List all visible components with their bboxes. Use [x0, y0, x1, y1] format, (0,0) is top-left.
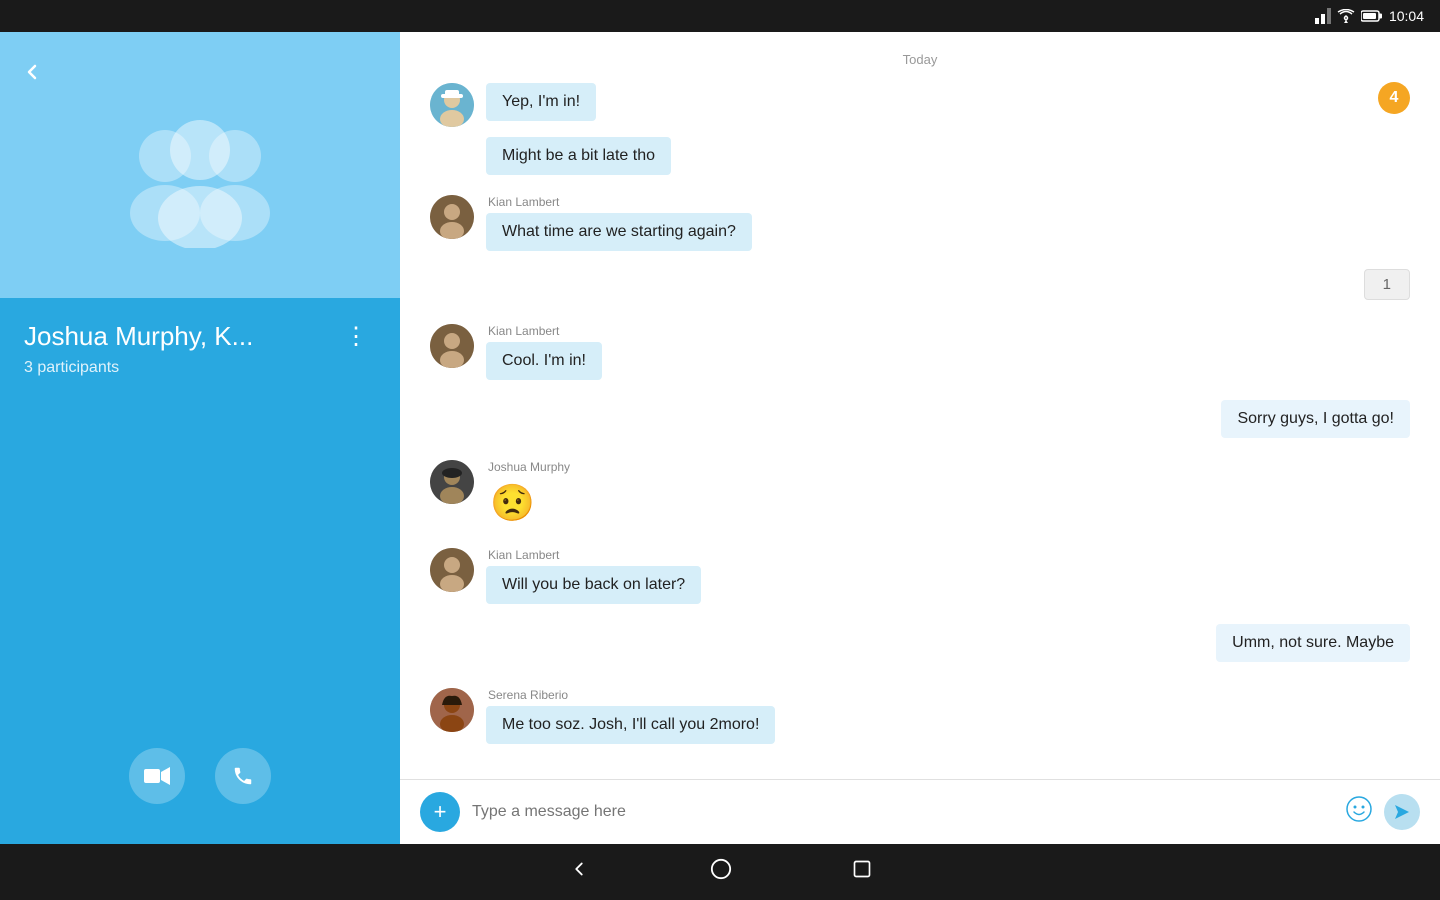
phone-icon [232, 765, 254, 787]
battery-icon [1361, 10, 1383, 22]
table-row: Kian Lambert Will you be back on later? [430, 548, 1410, 604]
notification-badge: 4 [1378, 82, 1410, 114]
reaction-row: 1 [430, 269, 1410, 300]
kian-avatar-icon3 [430, 548, 474, 592]
table-row: Sorry guys, I gotta go! [430, 400, 1410, 438]
message-content: Yep, I'm in! [486, 83, 596, 121]
avatar [430, 83, 474, 127]
table-row: Umm, not sure. Maybe [430, 624, 1410, 662]
message-content: Kian Lambert Cool. I'm in! [486, 324, 602, 380]
message-bubble: Sorry guys, I gotta go! [1221, 400, 1410, 438]
main-content: Joshua Murphy, K... ⋮ 3 participants [0, 32, 1440, 844]
message-bubble: Me too soz. Josh, I'll call you 2moro! [486, 706, 775, 744]
avatar [430, 548, 474, 592]
wifi-icon [1337, 9, 1355, 23]
chat-area: 4 Today Yep, I'm in! [400, 32, 1440, 844]
message-content: Joshua Murphy 😟 [486, 460, 570, 528]
send-icon [1393, 803, 1411, 821]
nav-recents-button[interactable] [852, 859, 872, 885]
table-row: Kian Lambert What time are we starting a… [430, 195, 1410, 251]
voice-call-button[interactable] [215, 748, 271, 804]
avatar [430, 688, 474, 732]
avatar [430, 460, 474, 504]
nav-recents-icon [852, 859, 872, 879]
video-call-button[interactable] [129, 748, 185, 804]
table-row: Kian Lambert Cool. I'm in! [430, 324, 1410, 380]
sidebar-bottom: Joshua Murphy, K... ⋮ 3 participants [0, 298, 400, 844]
sidebar: Joshua Murphy, K... ⋮ 3 participants [0, 32, 400, 844]
chat-messages[interactable]: 4 Today Yep, I'm in! [400, 32, 1440, 779]
group-name: Joshua Murphy, K... [24, 321, 253, 352]
participants-count: 3 participants [24, 359, 376, 377]
message-content: Serena Riberio Me too soz. Josh, I'll ca… [486, 688, 775, 744]
back-button[interactable] [0, 52, 64, 98]
status-icons: 10:04 [1315, 8, 1424, 24]
avatar [430, 195, 474, 239]
message-bubble: Umm, not sure. Maybe [1216, 624, 1410, 662]
group-avatar-icon [100, 118, 300, 248]
emoji-button[interactable] [1346, 796, 1372, 829]
message-bubble: Will you be back on later? [486, 566, 701, 604]
more-options-button[interactable]: ⋮ [336, 318, 376, 355]
avatar [430, 324, 474, 368]
table-row: Serena Riberio Me too soz. Josh, I'll ca… [430, 688, 1410, 744]
video-icon [144, 766, 170, 786]
sender-name: Kian Lambert [486, 195, 752, 209]
nav-home-icon [710, 858, 732, 880]
date-divider: Today [430, 52, 1410, 67]
sender-name: Joshua Murphy [486, 460, 570, 474]
joshua-avatar-icon [430, 460, 474, 504]
sender-name: Serena Riberio [486, 688, 775, 702]
table-row: Might be a bit late tho [486, 137, 1410, 175]
chat-input-area: + [400, 779, 1440, 844]
message-bubble: Cool. I'm in! [486, 342, 602, 380]
nav-back-icon [568, 858, 590, 880]
message-content: Kian Lambert Will you be back on later? [486, 548, 701, 604]
status-bar: 10:04 [0, 0, 1440, 32]
emoji-bubble: 😟 [486, 478, 570, 528]
sender-name: Kian Lambert [486, 548, 701, 562]
add-attachment-button[interactable]: + [420, 792, 460, 832]
serena-avatar-icon [430, 688, 474, 732]
sender-name: Kian Lambert [486, 324, 602, 338]
sidebar-top [0, 32, 400, 298]
message-input[interactable] [472, 803, 1334, 821]
reaction-badge: 1 [1364, 269, 1410, 300]
self-avatar-icon [430, 83, 474, 127]
kian-avatar-icon2 [430, 324, 474, 368]
kian-avatar-icon [430, 195, 474, 239]
table-row: Yep, I'm in! [430, 83, 1410, 127]
message-content: Kian Lambert What time are we starting a… [486, 195, 752, 251]
message-bubble: What time are we starting again? [486, 213, 752, 251]
signal-icon [1315, 8, 1331, 24]
sidebar-actions [24, 748, 376, 824]
status-time: 10:04 [1389, 8, 1424, 24]
emoji-icon [1346, 796, 1372, 822]
nav-home-button[interactable] [710, 858, 732, 886]
message-content: Might be a bit late tho [486, 137, 671, 175]
message-bubble: Might be a bit late tho [486, 137, 671, 175]
group-avatar [0, 98, 400, 278]
nav-back-button[interactable] [568, 858, 590, 886]
send-button[interactable] [1384, 794, 1420, 830]
nav-bar [0, 844, 1440, 900]
table-row: Joshua Murphy 😟 [430, 460, 1410, 528]
message-bubble: Yep, I'm in! [486, 83, 596, 121]
group-name-row: Joshua Murphy, K... ⋮ [24, 318, 376, 355]
